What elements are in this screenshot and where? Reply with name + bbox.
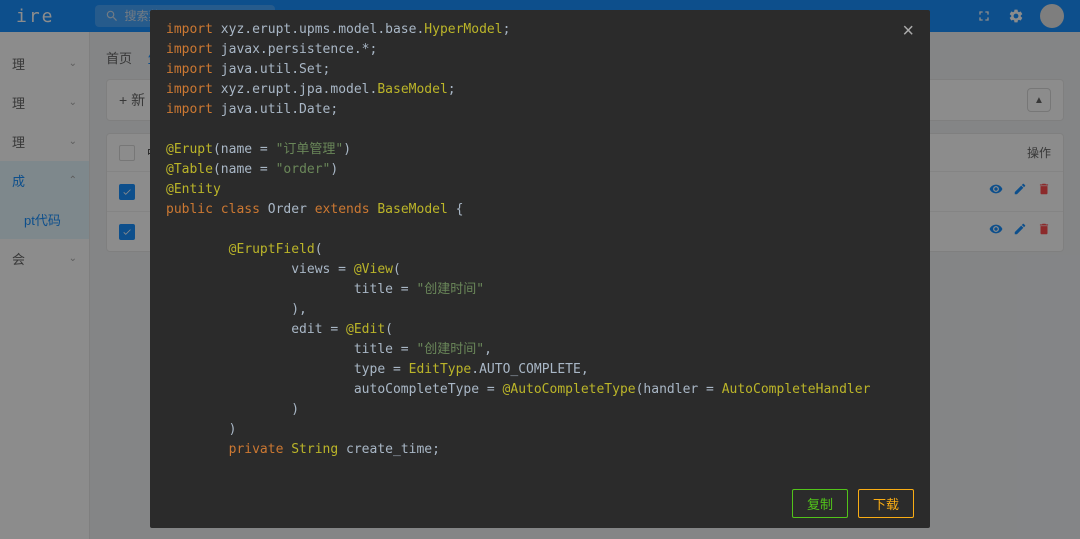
modal-footer: 复制 下载 bbox=[150, 479, 930, 528]
code-scroll-area[interactable]: import xyz.erupt.upms.model.base.HyperMo… bbox=[150, 10, 930, 479]
modal-overlay: × import xyz.erupt.upms.model.base.Hyper… bbox=[0, 0, 1080, 539]
download-button[interactable]: 下载 bbox=[858, 489, 914, 518]
code-block: import xyz.erupt.upms.model.base.HyperMo… bbox=[150, 10, 886, 479]
copy-button[interactable]: 复制 bbox=[792, 489, 848, 518]
close-icon[interactable]: × bbox=[902, 20, 914, 43]
code-modal: × import xyz.erupt.upms.model.base.Hyper… bbox=[150, 10, 930, 528]
